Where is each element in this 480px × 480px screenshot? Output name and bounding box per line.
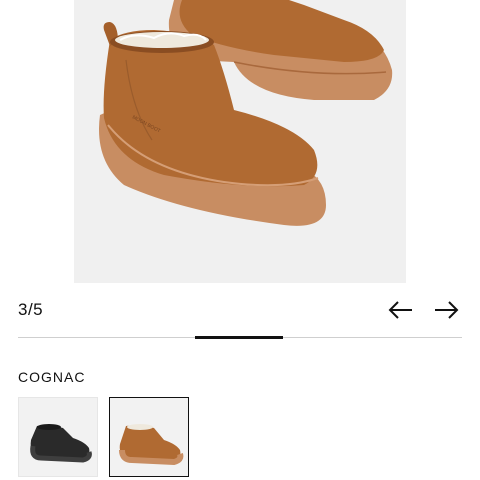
next-image-button[interactable]: [432, 298, 460, 322]
boot-illustration: MOON BOOT: [74, 0, 406, 283]
product-gallery-page: MOON BOOT 3/5 COGNAC: [0, 0, 480, 480]
previous-image-button[interactable]: [387, 298, 415, 322]
gallery-counter: 3/5: [18, 300, 44, 319]
color-swatch-cognac[interactable]: [109, 397, 189, 477]
gallery-controls: 3/5: [18, 298, 462, 322]
arrow-left-icon: [388, 301, 412, 319]
selected-color-label: COGNAC: [18, 369, 86, 385]
gallery-progress-track: [18, 336, 462, 339]
black-boot-thumbnail: [19, 398, 97, 476]
gallery-progress-indicator: [194, 336, 284, 339]
color-swatch-black[interactable]: [18, 397, 98, 477]
arrow-right-icon: [435, 301, 459, 319]
boot-product-image[interactable]: MOON BOOT: [74, 0, 406, 283]
cognac-boot-thumbnail: [110, 398, 188, 476]
